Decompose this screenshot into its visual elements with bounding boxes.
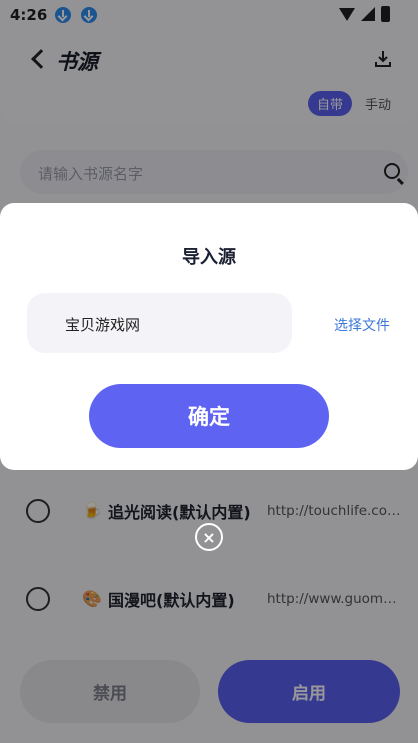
confirm-button[interactable]: 确定	[89, 384, 329, 448]
close-icon[interactable]: ×	[195, 523, 223, 551]
choose-file-link[interactable]: 选择文件	[334, 315, 390, 335]
dialog-title: 导入源	[182, 247, 236, 268]
source-input-value: 宝贝游戏网	[65, 316, 141, 334]
import-source-dialog: 导入源 宝贝游戏网 选择文件 确定	[0, 203, 418, 470]
source-input-field[interactable]: 宝贝游戏网	[27, 293, 292, 353]
